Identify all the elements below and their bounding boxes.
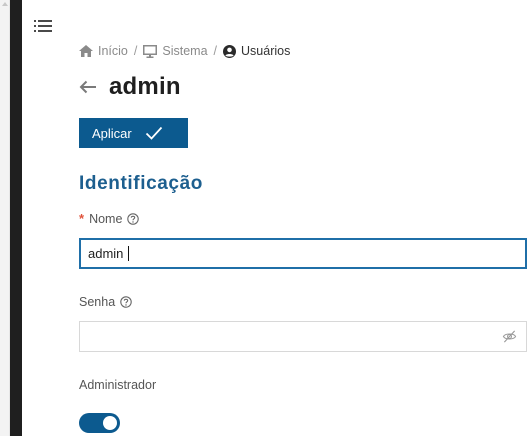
check-icon bbox=[145, 126, 162, 140]
menu-list-icon[interactable] bbox=[34, 19, 52, 33]
breadcrumb-label-inicio: Início bbox=[98, 44, 128, 58]
page-title: admin bbox=[109, 73, 181, 100]
breadcrumb-item-usuarios: Usuários bbox=[223, 44, 290, 58]
breadcrumb-label-usuarios: Usuários bbox=[241, 44, 291, 58]
breadcrumb-separator: / bbox=[213, 44, 218, 58]
scroll-up-arrow-icon[interactable] bbox=[2, 2, 8, 6]
required-marker: * bbox=[79, 211, 85, 226]
breadcrumb-item-sistema[interactable]: Sistema bbox=[143, 44, 208, 58]
admin-label-text: Administrador bbox=[79, 378, 157, 392]
monitor-icon bbox=[143, 44, 158, 58]
help-icon[interactable] bbox=[127, 212, 140, 225]
password-input[interactable] bbox=[79, 321, 527, 352]
name-label-text: Nome bbox=[89, 211, 123, 226]
eye-off-icon[interactable] bbox=[502, 329, 517, 344]
breadcrumb: Início / Sistema / Usuários bbox=[79, 42, 290, 60]
page-header: admin bbox=[79, 72, 181, 102]
breadcrumb-label-sistema: Sistema bbox=[162, 44, 208, 58]
arrow-left-icon[interactable] bbox=[79, 80, 97, 94]
admin-toggle[interactable] bbox=[79, 413, 120, 433]
breadcrumb-separator: / bbox=[133, 44, 138, 58]
help-icon[interactable] bbox=[120, 296, 132, 308]
password-label-text: Senha bbox=[79, 295, 116, 309]
admin-field-label: Administrador bbox=[79, 378, 156, 392]
name-field-label: * Nome bbox=[79, 211, 140, 226]
text-caret bbox=[128, 246, 129, 261]
main-content: Início / Sistema / Usuários admin Aplica… bbox=[79, 0, 531, 436]
user-circle-icon bbox=[223, 44, 237, 58]
toggle-knob bbox=[103, 416, 117, 430]
app-root: Início / Sistema / Usuários admin Aplica… bbox=[0, 0, 531, 436]
apply-button[interactable]: Aplicar bbox=[79, 118, 188, 148]
nav-rail bbox=[10, 0, 22, 436]
outer-scrollbar[interactable] bbox=[0, 0, 10, 436]
breadcrumb-item-inicio[interactable]: Início bbox=[79, 44, 128, 58]
section-title: Identificação bbox=[79, 173, 203, 194]
apply-button-label: Aplicar bbox=[92, 125, 132, 141]
password-field-label: Senha bbox=[79, 295, 132, 309]
home-icon bbox=[79, 45, 93, 57]
name-input[interactable] bbox=[79, 238, 527, 269]
